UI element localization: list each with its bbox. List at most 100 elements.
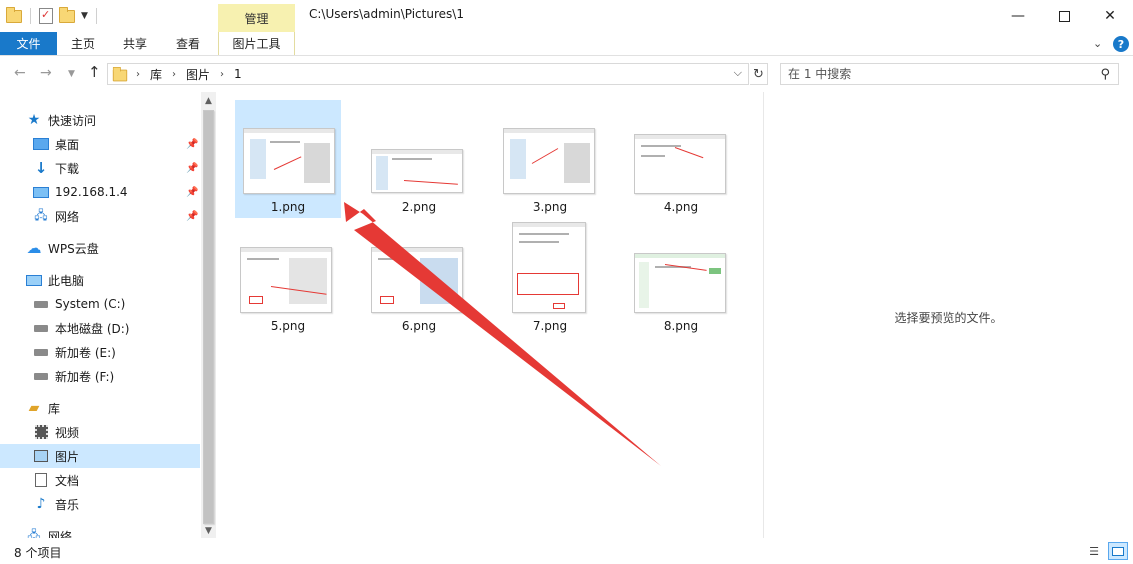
refresh-button[interactable]: ↻ xyxy=(750,63,768,85)
file-tile[interactable]: 2.png xyxy=(366,100,472,218)
file-name: 3.png xyxy=(532,200,568,214)
documents-icon xyxy=(35,473,47,487)
qat-separator xyxy=(30,8,31,24)
file-tile[interactable]: 3.png xyxy=(497,100,603,218)
expand-ribbon-chevron-down-icon[interactable]: ⌄ xyxy=(1093,37,1102,50)
preview-pane: 选择要预览的文件。 xyxy=(764,92,1133,538)
sidebar-item-network-pinned[interactable]: 🖧 网络 📌 xyxy=(0,204,200,228)
breadcrumb-pictures[interactable]: 图片 xyxy=(186,66,210,83)
network-icon: 🖧 xyxy=(34,207,48,222)
navigation-bar: ← → ▼ ↑ › 库 › 图片 › 1 ⌵ ↻ ⚲ xyxy=(0,57,1133,91)
address-history-chevron-down-icon[interactable]: ⌵ xyxy=(734,66,742,80)
file-name: 5.png xyxy=(270,319,306,333)
file-tile[interactable]: 4.png xyxy=(628,100,734,218)
pictures-icon xyxy=(34,450,48,462)
tab-file[interactable]: 文件 xyxy=(0,32,57,55)
sidebar-item-desktop[interactable]: 桌面 📌 xyxy=(0,132,200,156)
scroll-up-arrow-icon[interactable]: ▲ xyxy=(201,94,216,108)
up-arrow-icon[interactable]: ↑ xyxy=(88,63,101,81)
sidebar-item-drive-f[interactable]: 新加卷 (F:) xyxy=(0,364,200,388)
file-thumbnail xyxy=(240,247,332,313)
item-count: 8 个项目 xyxy=(14,546,62,560)
file-tile[interactable]: 8.png xyxy=(628,219,734,337)
sidebar-item-drive-c[interactable]: System (C:) xyxy=(0,292,200,316)
qat-separator xyxy=(95,8,97,24)
navigation-pane: ★ 快速访问 桌面 📌 ↓ 下载 📌 192.168.1.4 📌 🖧 网络 📌 … xyxy=(0,92,216,538)
scroll-down-arrow-icon[interactable]: ▼ xyxy=(201,524,216,538)
sidebar-item-label: System (C:) xyxy=(55,297,126,311)
pin-icon[interactable]: 📌 xyxy=(186,139,198,150)
drive-icon xyxy=(34,348,48,356)
chevron-right-icon[interactable]: › xyxy=(220,69,224,80)
tab-share[interactable]: 共享 xyxy=(112,32,158,55)
file-tile[interactable]: 1.png xyxy=(235,100,341,218)
file-name: 8.png xyxy=(663,319,699,333)
sidebar-item-label: 网络 xyxy=(48,529,73,539)
close-button[interactable]: ✕ xyxy=(1087,0,1133,32)
search-input[interactable] xyxy=(788,67,1088,81)
file-tile[interactable]: 6.png xyxy=(366,219,472,337)
sidebar-item-videos[interactable]: 视频 xyxy=(0,420,200,444)
sidebar-item-network-location[interactable]: 192.168.1.4 📌 xyxy=(0,180,200,204)
minimize-button[interactable]: — xyxy=(995,0,1041,32)
music-icon: ♪ xyxy=(36,496,46,512)
pin-icon[interactable]: 📌 xyxy=(186,163,198,174)
file-tile[interactable]: 5.png xyxy=(235,219,341,337)
address-bar[interactable]: › 库 › 图片 › 1 ⌵ xyxy=(107,63,749,85)
sidebar-item-label: 下载 xyxy=(55,161,80,176)
sidebar-item-label: 新加卷 (E:) xyxy=(55,345,116,360)
pin-icon[interactable]: 📌 xyxy=(186,187,198,198)
properties-icon[interactable] xyxy=(39,8,53,24)
search-icon[interactable]: ⚲ xyxy=(1100,67,1110,82)
file-name: 6.png xyxy=(401,319,437,333)
window-title: C:\Users\admin\Pictures\1 xyxy=(309,7,464,21)
sidebar-item-music[interactable]: ♪ 音乐 xyxy=(0,492,200,516)
network-icon: 🖧 xyxy=(27,527,41,539)
details-view-icon[interactable]: ☰ xyxy=(1086,544,1102,558)
file-tile[interactable]: 7.png xyxy=(497,219,603,337)
sidebar-item-label: WPS云盘 xyxy=(48,241,99,256)
recent-locations-chevron-down-icon[interactable]: ▼ xyxy=(68,69,75,79)
sidebar-item-quick-access[interactable]: ★ 快速访问 xyxy=(0,108,200,132)
sidebar-item-documents[interactable]: 文档 xyxy=(0,468,200,492)
file-name: 2.png xyxy=(401,200,437,214)
tab-home[interactable]: 主页 xyxy=(60,32,106,55)
sidebar-item-libraries[interactable]: ▰ 库 xyxy=(0,396,200,420)
tab-view[interactable]: 查看 xyxy=(165,32,211,55)
forward-arrow-icon[interactable]: → xyxy=(40,65,52,81)
chevron-right-icon[interactable]: › xyxy=(172,69,176,80)
scrollbar-thumb[interactable] xyxy=(203,110,214,524)
chevron-right-icon[interactable]: › xyxy=(136,69,140,80)
sidebar-item-drive-e[interactable]: 新加卷 (E:) xyxy=(0,340,200,364)
search-box[interactable]: ⚲ xyxy=(780,63,1119,85)
breadcrumb-library[interactable]: 库 xyxy=(150,66,162,83)
sidebar-item-label: 192.168.1.4 xyxy=(55,185,128,199)
sidebar-scrollbar[interactable]: ▲ ▼ xyxy=(201,92,216,538)
sidebar-item-label: 视频 xyxy=(55,425,80,440)
file-list: 1.png 2.png 3.png 4.png 5.png 6.png 7.pn… xyxy=(217,92,763,538)
sidebar-item-downloads[interactable]: ↓ 下载 📌 xyxy=(0,156,200,180)
pin-icon[interactable]: 📌 xyxy=(186,211,198,222)
sidebar-item-network[interactable]: 🖧 网络 xyxy=(0,524,200,539)
customize-qat-dropdown-icon[interactable]: ▼ xyxy=(81,11,88,21)
large-icons-view-icon[interactable] xyxy=(1108,542,1128,560)
desktop-icon xyxy=(33,138,49,150)
status-bar: 8 个项目 ☰ xyxy=(0,540,1133,564)
maximize-button[interactable] xyxy=(1041,0,1087,32)
sidebar-item-label: 此电脑 xyxy=(48,273,85,288)
maximize-icon xyxy=(1058,10,1070,22)
sidebar-item-wps-cloud[interactable]: ☁ WPS云盘 xyxy=(0,236,200,260)
help-icon[interactable]: ? xyxy=(1113,36,1129,52)
sidebar-item-pictures[interactable]: 图片 xyxy=(0,444,200,468)
drive-icon xyxy=(34,372,48,380)
new-folder-icon[interactable] xyxy=(59,6,75,23)
tab-picture-tools[interactable]: 图片工具 xyxy=(218,32,295,55)
breadcrumb-folder-1[interactable]: 1 xyxy=(234,67,242,81)
file-thumbnail xyxy=(503,128,595,194)
sidebar-item-this-pc[interactable]: 此电脑 xyxy=(0,268,200,292)
file-thumbnail xyxy=(371,247,463,313)
sidebar-item-drive-d[interactable]: 本地磁盘 (D:) xyxy=(0,316,200,340)
drive-icon xyxy=(34,324,48,332)
file-name: 1.png xyxy=(270,200,306,214)
back-arrow-icon[interactable]: ← xyxy=(14,65,26,81)
